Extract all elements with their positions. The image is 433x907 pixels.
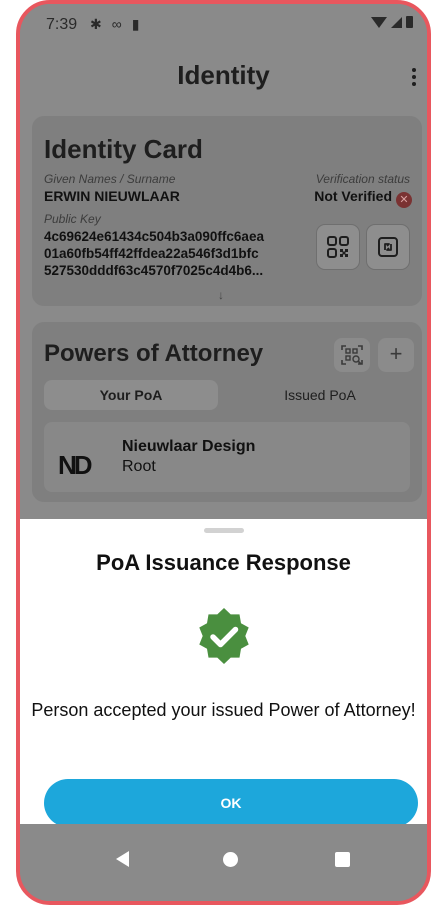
scan-qr-button[interactable] <box>334 338 370 372</box>
nfc-icon <box>378 237 398 257</box>
response-message: Person accepted your issued Power of Att… <box>31 700 416 720</box>
company-logo: ND <box>58 450 93 480</box>
identity-card-title: Identity Card <box>44 134 203 164</box>
poa-title: Powers of Attorney <box>44 340 264 367</box>
status-time: 7:39 <box>46 16 78 33</box>
not-verified-icon: ✕ <box>396 192 412 208</box>
phone-frame: 7:39 ✱ ∞ ▮ Identity Identity Card Given … <box>16 0 431 905</box>
gear-icon: ✱ <box>90 16 102 32</box>
verification-label: Verification status <box>315 172 410 186</box>
item-role: Root <box>122 458 156 475</box>
status-bar: 7:39 ✱ ∞ ▮ <box>20 4 427 46</box>
sheet-drag-handle[interactable] <box>204 528 244 533</box>
add-poa-button[interactable]: + <box>378 338 414 372</box>
tab-issued-poa[interactable]: Issued PoA <box>242 380 398 410</box>
battery-icon <box>406 16 413 28</box>
expand-arrow-icon[interactable]: ↓ <box>218 288 224 302</box>
pubkey-line: 527530dddf63c4570f7025c4d4b6... <box>44 263 264 278</box>
verification-status: Not Verified ✕ <box>314 188 412 208</box>
more-vert-icon[interactable] <box>411 68 417 86</box>
recents-icon[interactable] <box>335 852 350 867</box>
app-background: 7:39 ✱ ∞ ▮ Identity Identity Card Given … <box>20 4 427 519</box>
verified-check-badge-icon <box>199 608 249 664</box>
app-bar: Identity <box>20 54 427 98</box>
status-icons-left: ✱ ∞ ▮ <box>90 16 139 33</box>
pubkey-line: 4c69624e61434c504b3a090ffc6aea <box>44 229 264 244</box>
ok-button[interactable]: OK <box>44 779 418 827</box>
qr-code-icon <box>327 236 349 258</box>
nfc-button[interactable] <box>366 224 410 270</box>
identity-card: Identity Card Given Names / Surname ERWI… <box>32 116 422 306</box>
pubkey-label: Public Key <box>44 212 101 226</box>
home-icon[interactable] <box>223 852 238 867</box>
tab-your-poa[interactable]: Your PoA <box>44 380 218 410</box>
pubkey-line: 01a60fb54ff42ffdea22a546f3d1bfc <box>44 246 259 261</box>
poa-card: Powers of Attorney + Your PoA Issued PoA… <box>32 322 422 502</box>
link-icon: ∞ <box>111 16 122 32</box>
list-item[interactable]: ND Nieuwlaar Design Root <box>44 422 410 492</box>
qr-code-button[interactable] <box>316 224 360 270</box>
sheet-title: PoA Issuance Response <box>96 550 351 575</box>
page-title: Identity <box>177 60 270 90</box>
name-value: ERWIN NIEUWLAAR <box>44 188 180 204</box>
wifi-icon <box>371 16 387 28</box>
name-label: Given Names / Surname <box>44 172 176 186</box>
qr-scan-icon <box>341 345 363 365</box>
system-nav-bar <box>20 824 427 901</box>
bottom-sheet: PoA Issuance Response Person accepted yo… <box>20 519 427 827</box>
public-key[interactable]: 4c69624e61434c504b3a090ffc6aea 01a60fb54… <box>44 228 304 279</box>
signal-icon <box>391 16 402 28</box>
verification-value: Not Verified <box>314 188 392 204</box>
back-icon[interactable] <box>116 851 129 867</box>
status-icons-right <box>371 16 413 28</box>
sd-card-icon: ▮ <box>131 16 140 32</box>
item-name: Nieuwlaar Design <box>122 438 256 455</box>
